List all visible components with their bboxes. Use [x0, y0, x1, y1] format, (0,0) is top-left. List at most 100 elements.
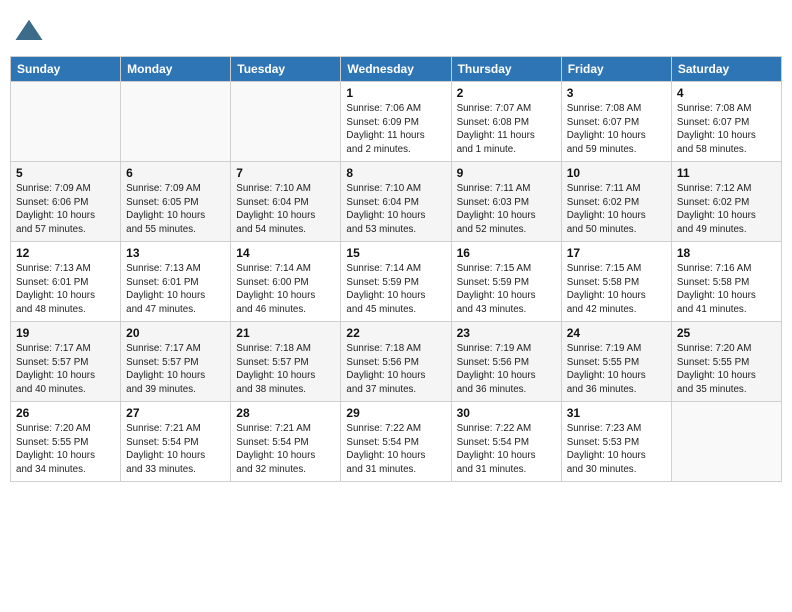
calendar-cell: 20 Sunrise: 7:17 AM Sunset: 5:57 PM Dayli…	[121, 322, 231, 402]
day-info: Sunrise: 7:06 AM Sunset: 6:09 PM Dayligh…	[346, 102, 445, 157]
day-info: Sunrise: 7:13 AM Sunset: 6:01 PM Dayligh…	[126, 262, 225, 317]
day-number: 15	[346, 246, 445, 260]
day-number: 1	[346, 86, 445, 100]
calendar-cell: 7 Sunrise: 7:10 AM Sunset: 6:04 PM Daylig…	[231, 162, 341, 242]
calendar-cell: 8Sunrise: 7:10 AM Sunset: 6:04 PM Daylig…	[341, 162, 451, 242]
day-info: Sunrise: 7:19 AM Sunset: 5:56 PM Dayligh…	[457, 342, 556, 397]
day-info: Sunrise: 7:09 AM Sunset: 6:05 PM Dayligh…	[126, 182, 225, 237]
calendar-cell	[231, 82, 341, 162]
day-info: Sunrise: 7:11 AM Sunset: 6:02 PM Dayligh…	[567, 182, 666, 237]
day-number: 2	[457, 86, 556, 100]
calendar-cell: 13 Sunrise: 7:13 AM Sunset: 6:01 PM Dayli…	[121, 242, 231, 322]
day-number: 13	[126, 246, 225, 260]
logo-icon	[14, 16, 44, 46]
day-number: 26	[16, 406, 115, 420]
calendar-cell: 23Sunrise: 7:19 AM Sunset: 5:56 PM Dayli…	[451, 322, 561, 402]
day-number: 16	[457, 246, 556, 260]
day-number: 18	[677, 246, 776, 260]
day-number: 3	[567, 86, 666, 100]
day-info: Sunrise: 7:07 AM Sunset: 6:08 PM Dayligh…	[457, 102, 556, 157]
day-number: 6	[126, 166, 225, 180]
day-info: Sunrise: 7:10 AM Sunset: 6:04 PM Dayligh…	[236, 182, 335, 237]
day-info: Sunrise: 7:13 AM Sunset: 6:01 PM Dayligh…	[16, 262, 115, 317]
day-headers-row: SundayMondayTuesdayWednesdayThursdayFrid…	[11, 57, 782, 82]
day-info: Sunrise: 7:08 AM Sunset: 6:07 PM Dayligh…	[567, 102, 666, 157]
calendar-cell: 1 Sunrise: 7:06 AM Sunset: 6:09 PM Daylig…	[341, 82, 451, 162]
day-info: Sunrise: 7:14 AM Sunset: 6:00 PM Dayligh…	[236, 262, 335, 317]
calendar-cell: 27 Sunrise: 7:21 AM Sunset: 5:54 PM Dayli…	[121, 402, 231, 482]
column-header-monday: Monday	[121, 57, 231, 82]
day-info: Sunrise: 7:22 AM Sunset: 5:54 PM Dayligh…	[346, 422, 445, 477]
day-number: 31	[567, 406, 666, 420]
day-info: Sunrise: 7:15 AM Sunset: 5:58 PM Dayligh…	[567, 262, 666, 317]
calendar-cell: 21 Sunrise: 7:18 AM Sunset: 5:57 PM Dayli…	[231, 322, 341, 402]
calendar-cell: 12 Sunrise: 7:13 AM Sunset: 6:01 PM Dayli…	[11, 242, 121, 322]
logo	[14, 16, 46, 46]
day-info: Sunrise: 7:22 AM Sunset: 5:54 PM Dayligh…	[457, 422, 556, 477]
day-info: Sunrise: 7:20 AM Sunset: 5:55 PM Dayligh…	[677, 342, 776, 397]
day-info: Sunrise: 7:21 AM Sunset: 5:54 PM Dayligh…	[126, 422, 225, 477]
day-info: Sunrise: 7:17 AM Sunset: 5:57 PM Dayligh…	[126, 342, 225, 397]
day-number: 19	[16, 326, 115, 340]
day-number: 10	[567, 166, 666, 180]
calendar-cell: 10 Sunrise: 7:11 AM Sunset: 6:02 PM Dayli…	[561, 162, 671, 242]
week-row-1: 1 Sunrise: 7:06 AM Sunset: 6:09 PM Daylig…	[11, 82, 782, 162]
day-info: Sunrise: 7:09 AM Sunset: 6:06 PM Dayligh…	[16, 182, 115, 237]
week-row-4: 19 Sunrise: 7:17 AM Sunset: 5:57 PM Dayli…	[11, 322, 782, 402]
day-number: 7	[236, 166, 335, 180]
day-info: Sunrise: 7:19 AM Sunset: 5:55 PM Dayligh…	[567, 342, 666, 397]
day-number: 21	[236, 326, 335, 340]
calendar-cell	[671, 402, 781, 482]
calendar-cell: 11 Sunrise: 7:12 AM Sunset: 6:02 PM Dayli…	[671, 162, 781, 242]
week-row-2: 5 Sunrise: 7:09 AM Sunset: 6:06 PM Daylig…	[11, 162, 782, 242]
day-number: 24	[567, 326, 666, 340]
day-number: 22	[346, 326, 445, 340]
calendar-cell: 26 Sunrise: 7:20 AM Sunset: 5:55 PM Dayli…	[11, 402, 121, 482]
day-number: 8	[346, 166, 445, 180]
day-info: Sunrise: 7:18 AM Sunset: 5:56 PM Dayligh…	[346, 342, 445, 397]
day-number: 30	[457, 406, 556, 420]
calendar-cell: 2 Sunrise: 7:07 AM Sunset: 6:08 PM Daylig…	[451, 82, 561, 162]
column-header-saturday: Saturday	[671, 57, 781, 82]
day-number: 29	[346, 406, 445, 420]
page-header	[10, 10, 782, 52]
calendar-cell: 16Sunrise: 7:15 AM Sunset: 5:59 PM Dayli…	[451, 242, 561, 322]
day-info: Sunrise: 7:20 AM Sunset: 5:55 PM Dayligh…	[16, 422, 115, 477]
calendar-cell: 3 Sunrise: 7:08 AM Sunset: 6:07 PM Daylig…	[561, 82, 671, 162]
column-header-wednesday: Wednesday	[341, 57, 451, 82]
day-number: 28	[236, 406, 335, 420]
day-info: Sunrise: 7:23 AM Sunset: 5:53 PM Dayligh…	[567, 422, 666, 477]
day-info: Sunrise: 7:12 AM Sunset: 6:02 PM Dayligh…	[677, 182, 776, 237]
day-number: 17	[567, 246, 666, 260]
day-info: Sunrise: 7:21 AM Sunset: 5:54 PM Dayligh…	[236, 422, 335, 477]
calendar-cell: 28 Sunrise: 7:21 AM Sunset: 5:54 PM Dayli…	[231, 402, 341, 482]
calendar-cell: 24 Sunrise: 7:19 AM Sunset: 5:55 PM Dayli…	[561, 322, 671, 402]
day-number: 27	[126, 406, 225, 420]
calendar-cell: 19Sunrise: 7:17 AM Sunset: 5:57 PM Dayli…	[11, 322, 121, 402]
day-number: 5	[16, 166, 115, 180]
day-number: 11	[677, 166, 776, 180]
calendar-cell	[11, 82, 121, 162]
day-number: 25	[677, 326, 776, 340]
day-info: Sunrise: 7:16 AM Sunset: 5:58 PM Dayligh…	[677, 262, 776, 317]
column-header-friday: Friday	[561, 57, 671, 82]
day-number: 14	[236, 246, 335, 260]
day-info: Sunrise: 7:11 AM Sunset: 6:03 PM Dayligh…	[457, 182, 556, 237]
calendar-cell: 9 Sunrise: 7:11 AM Sunset: 6:03 PM Daylig…	[451, 162, 561, 242]
column-header-thursday: Thursday	[451, 57, 561, 82]
day-number: 20	[126, 326, 225, 340]
calendar-cell: 29 Sunrise: 7:22 AM Sunset: 5:54 PM Dayli…	[341, 402, 451, 482]
calendar-cell: 31 Sunrise: 7:23 AM Sunset: 5:53 PM Dayli…	[561, 402, 671, 482]
calendar-cell: 30 Sunrise: 7:22 AM Sunset: 5:54 PM Dayli…	[451, 402, 561, 482]
calendar-cell: 22 Sunrise: 7:18 AM Sunset: 5:56 PM Dayli…	[341, 322, 451, 402]
day-info: Sunrise: 7:18 AM Sunset: 5:57 PM Dayligh…	[236, 342, 335, 397]
calendar-cell: 5 Sunrise: 7:09 AM Sunset: 6:06 PM Daylig…	[11, 162, 121, 242]
column-header-tuesday: Tuesday	[231, 57, 341, 82]
calendar-cell: 25 Sunrise: 7:20 AM Sunset: 5:55 PM Dayli…	[671, 322, 781, 402]
day-info: Sunrise: 7:08 AM Sunset: 6:07 PM Dayligh…	[677, 102, 776, 157]
day-number: 9	[457, 166, 556, 180]
calendar-cell: 18 Sunrise: 7:16 AM Sunset: 5:58 PM Dayli…	[671, 242, 781, 322]
day-number: 12	[16, 246, 115, 260]
calendar-cell	[121, 82, 231, 162]
day-number: 4	[677, 86, 776, 100]
